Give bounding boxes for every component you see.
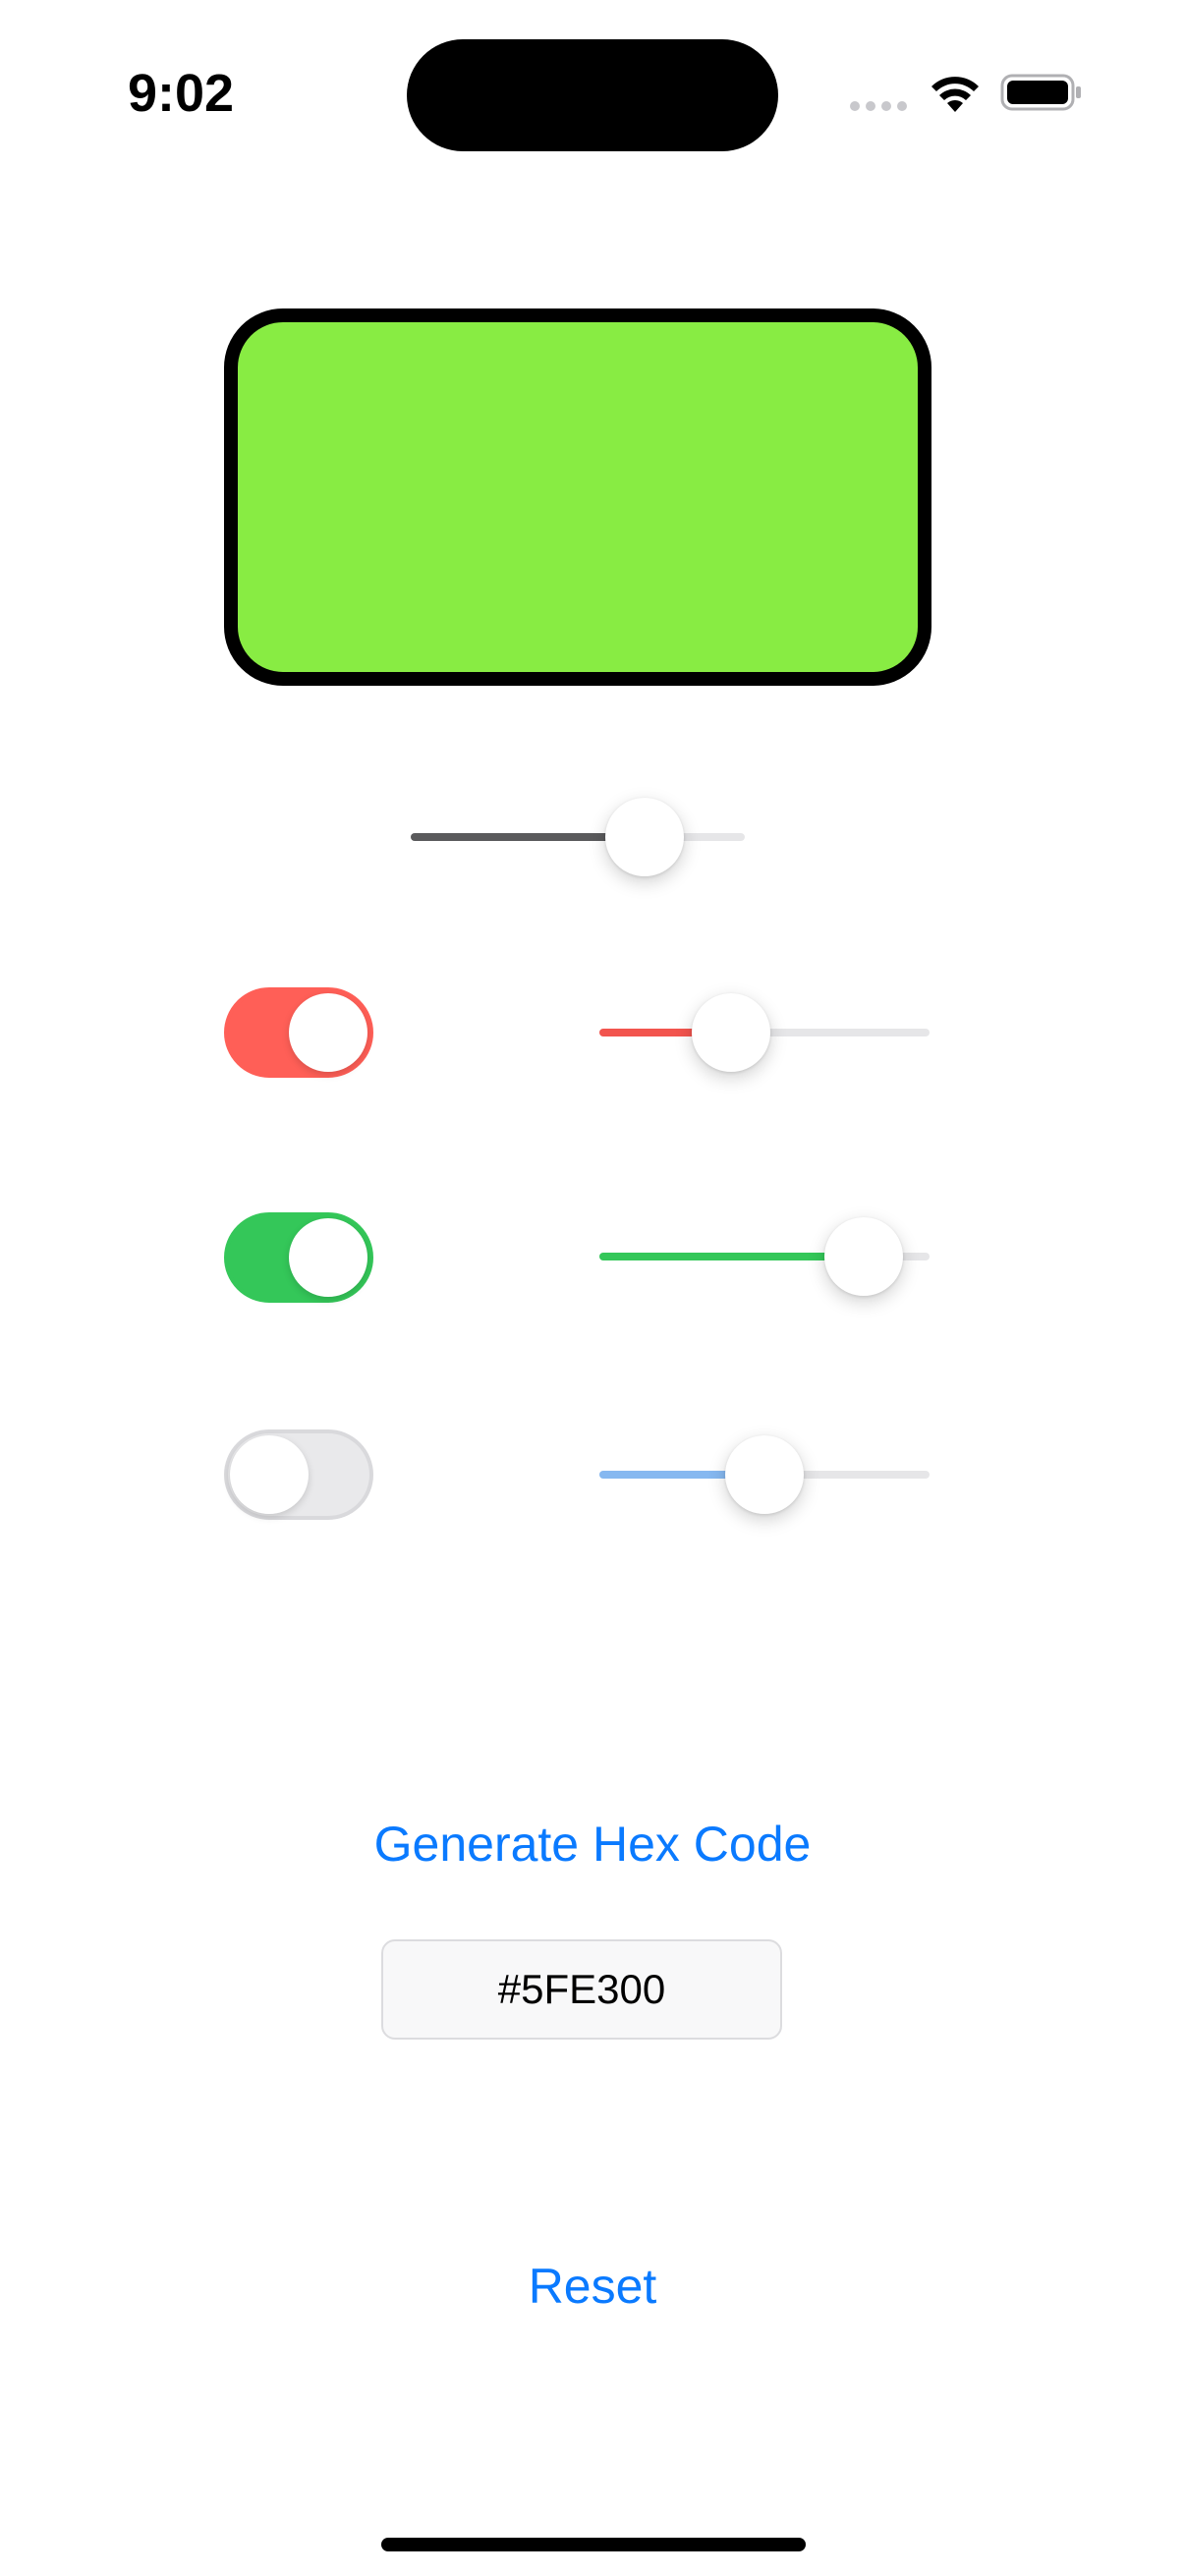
blue-slider[interactable] (599, 1435, 930, 1514)
green-toggle-knob (289, 1218, 367, 1297)
hex-code-field[interactable]: #5FE300 (381, 1939, 782, 2040)
cellular-signal-icon (850, 101, 909, 113)
home-indicator (381, 2538, 806, 2551)
red-toggle[interactable] (224, 987, 373, 1078)
dynamic-island (407, 39, 778, 151)
red-slider-thumb[interactable] (692, 993, 771, 1072)
battery-icon (1000, 73, 1083, 112)
generate-hex-code-button[interactable]: Generate Hex Code (298, 1810, 887, 1878)
blue-toggle-knob (230, 1435, 309, 1514)
green-toggle[interactable] (224, 1212, 373, 1303)
wifi-icon (928, 73, 983, 116)
brightness-slider-thumb[interactable] (605, 798, 684, 876)
blue-slider-thumb[interactable] (725, 1435, 804, 1514)
red-slider[interactable] (599, 993, 930, 1072)
status-time: 9:02 (128, 64, 235, 123)
reset-button[interactable]: Reset (445, 2252, 740, 2321)
blue-toggle[interactable] (224, 1429, 373, 1520)
color-preview (224, 308, 931, 686)
green-slider[interactable] (599, 1217, 930, 1296)
red-toggle-knob (289, 993, 367, 1072)
brightness-slider[interactable] (411, 798, 745, 876)
green-slider-thumb[interactable] (823, 1217, 903, 1296)
